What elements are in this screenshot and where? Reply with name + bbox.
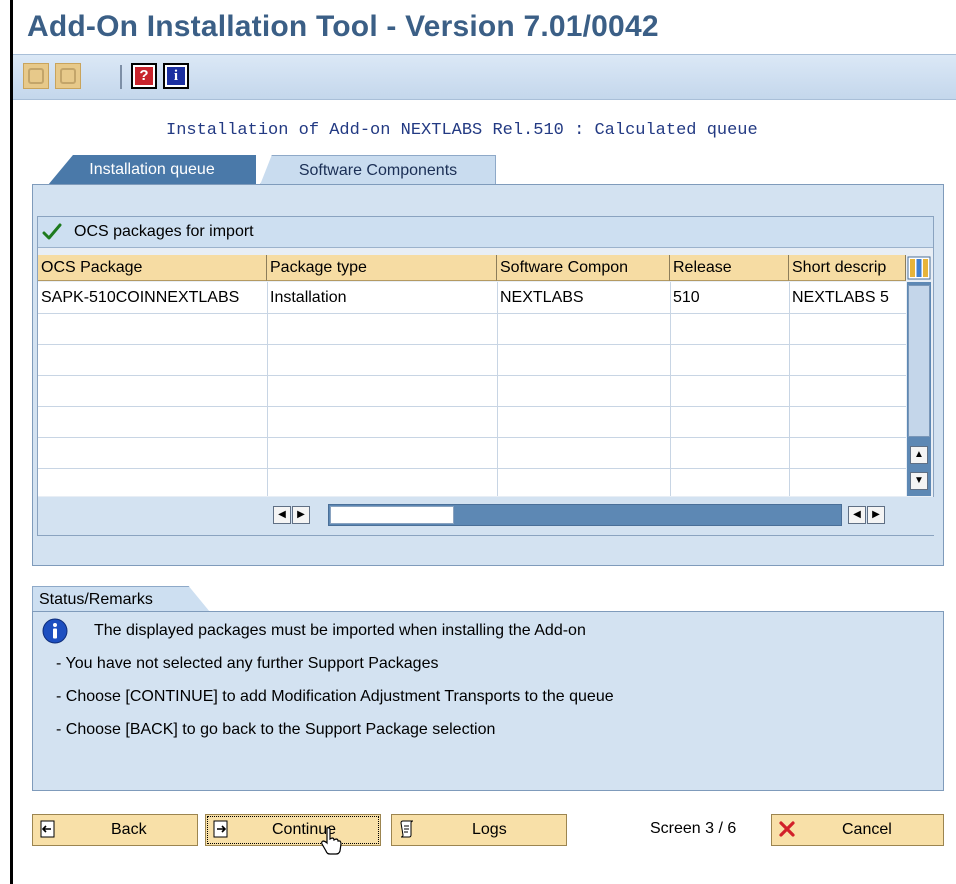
status-line: - Choose [BACK] to go back to the Suppor… [56, 721, 496, 738]
scroll-right-arrow-icon[interactable]: ▶ [867, 506, 885, 524]
grid-body: SAPK-510COINNEXTLABS Installation NEXTLA… [38, 282, 906, 496]
scroll-up-arrow-icon[interactable]: ▲ [910, 446, 928, 464]
column-layout-icon[interactable] [907, 256, 931, 280]
info-icon [42, 618, 68, 644]
hand-cursor-icon [321, 827, 342, 855]
vertical-scroll-thumb[interactable] [908, 285, 930, 437]
disabled-tool-button-1[interactable] [23, 63, 49, 89]
row-divider [38, 344, 906, 345]
scroll-right-arrow-icon[interactable]: ▶ [292, 506, 310, 524]
cell-short-description[interactable]: NEXTLABS 5 [789, 282, 906, 314]
logs-icon [400, 820, 414, 838]
column-header-ocs-package[interactable]: OCS Package [38, 255, 267, 281]
disabled-tool-icon [28, 68, 44, 84]
cancel-button-label: Cancel [842, 821, 892, 838]
cancel-x-icon [779, 821, 795, 837]
column-divider [497, 282, 498, 496]
row-divider [38, 437, 906, 438]
column-divider [789, 282, 790, 496]
logs-button[interactable]: Logs [391, 814, 567, 846]
disabled-tool-icon [60, 68, 76, 84]
cancel-button[interactable]: Cancel [771, 814, 944, 846]
toolbar-separator [120, 65, 122, 89]
checkmark-icon [42, 223, 62, 240]
status-line: - Choose [CONTINUE] to add Modification … [56, 688, 614, 705]
scroll-down-arrow-icon[interactable]: ▼ [910, 472, 928, 490]
row-divider [38, 406, 906, 407]
column-header-package-type[interactable]: Package type [267, 255, 497, 281]
logs-button-label: Logs [472, 821, 507, 838]
row-divider [38, 375, 906, 376]
status-remarks-tab: Status/Remarks [32, 586, 210, 612]
window-title: Add-On Installation Tool - Version 7.01/… [27, 10, 659, 43]
grid-title-bar: OCS packages for import [38, 217, 933, 248]
help-button[interactable]: ? [131, 63, 157, 89]
tab-installation-queue[interactable]: Installation queue [48, 155, 256, 185]
screen-counter: Screen 3 / 6 [650, 820, 737, 837]
cell-release[interactable]: 510 [670, 282, 789, 314]
column-divider [670, 282, 671, 496]
tab-software-components[interactable]: Software Components [260, 155, 496, 185]
toolbar: ? i [13, 54, 956, 100]
continue-icon [213, 820, 228, 838]
column-header-release[interactable]: Release [670, 255, 789, 281]
scroll-left-arrow-icon[interactable]: ◀ [848, 506, 866, 524]
row-divider [38, 468, 906, 469]
vertical-scrollbar[interactable]: ▲ ▼ [907, 282, 931, 496]
cell-software-component[interactable]: NEXTLABS [497, 282, 670, 314]
cell-ocs-package[interactable]: SAPK-510COINNEXTLABS [38, 282, 267, 314]
cell-package-type[interactable]: Installation [267, 282, 497, 314]
title-bar: Add-On Installation Tool - Version 7.01/… [13, 0, 956, 52]
queue-title: Installation of Add-on NEXTLABS Rel.510 … [166, 121, 758, 140]
horizontal-scroll-thumb[interactable] [330, 506, 454, 524]
grid-title: OCS packages for import [74, 223, 254, 240]
status-line: - You have not selected any further Supp… [56, 655, 439, 672]
status-headline: The displayed packages must be imported … [94, 622, 586, 639]
window-border [10, 0, 13, 884]
info-button[interactable]: i [163, 63, 189, 89]
info-icon: i [167, 67, 185, 85]
column-header-software-component[interactable]: Software Compon [497, 255, 670, 281]
back-icon [40, 820, 55, 838]
scroll-left-arrow-icon[interactable]: ◀ [273, 506, 291, 524]
help-icon: ? [135, 67, 153, 85]
horizontal-scrollbar[interactable] [328, 504, 842, 526]
column-header-short-description[interactable]: Short descrip [789, 255, 906, 281]
disabled-tool-button-2[interactable] [55, 63, 81, 89]
column-divider [267, 282, 268, 496]
back-button-label: Back [111, 821, 147, 838]
continue-button[interactable]: Continue [205, 814, 381, 846]
back-button[interactable]: Back [32, 814, 198, 846]
